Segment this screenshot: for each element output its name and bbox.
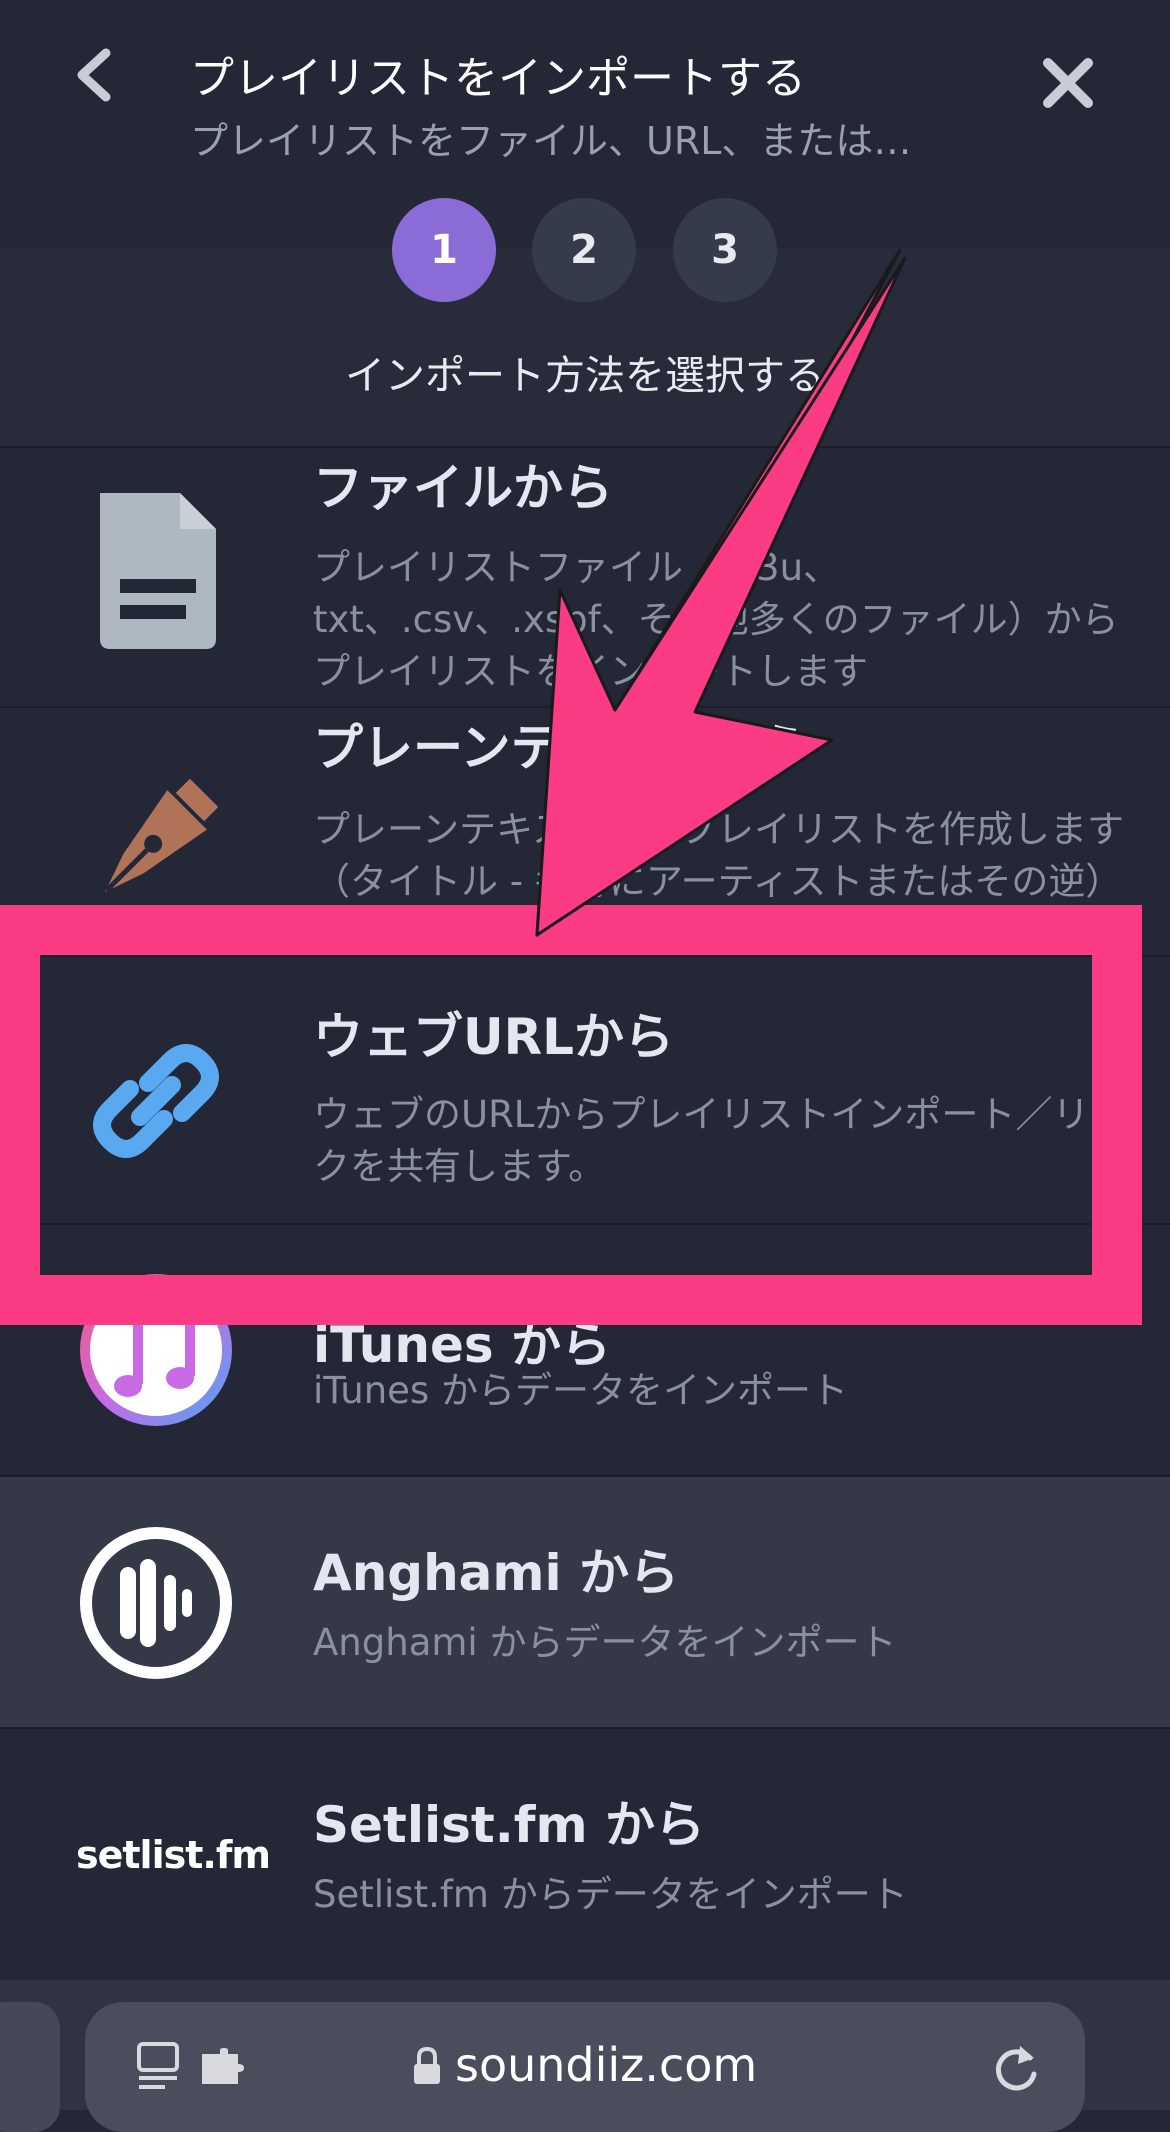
import-method-instruction: インポート方法を選択する — [345, 353, 825, 399]
option-title: Setlist.fm から — [313, 1796, 706, 1854]
highlight-box — [0, 905, 1142, 1325]
reload-icon[interactable] — [990, 2040, 1042, 2096]
reader-icon[interactable] — [135, 2040, 185, 2092]
option-description: プレーンテキストからプレイリストを作成します（タイトル - 各行にアーティストま… — [313, 808, 1125, 903]
fountain-pen-icon — [104, 778, 219, 893]
setlistfm-logo: setlist.fm — [76, 1833, 271, 1877]
lock-icon — [414, 2046, 440, 2084]
file-icon — [100, 493, 216, 649]
step-3[interactable]: 3 — [673, 198, 777, 302]
page-title: プレイリストをインポートする — [190, 53, 806, 104]
option-title: ファイルから — [313, 459, 613, 517]
page-subtitle: プレイリストをファイル、URL、または… — [190, 119, 912, 163]
option-description: プレイリストファイル（m3u、txt、.csv、.xspf、その他多くのファイル… — [313, 546, 1119, 693]
option-file[interactable]: ファイルから プレイリストファイル（m3u、txt、.csv、.xspf、その他… — [0, 446, 1170, 708]
option-anghami[interactable]: Anghami から Anghami からデータをインポート — [0, 1475, 1170, 1729]
previous-tab-preview[interactable] — [0, 2002, 60, 2132]
url-text: soundiiz.com — [455, 2038, 758, 2092]
anghami-icon — [80, 1527, 232, 1679]
step-1[interactable]: 1 — [392, 198, 496, 302]
option-description: Anghami からデータをインポート — [313, 1621, 897, 1664]
close-icon[interactable] — [1040, 55, 1096, 111]
option-title: Anghami から — [313, 1544, 680, 1602]
back-chevron-icon[interactable] — [70, 45, 120, 105]
option-description: Setlist.fm からデータをインポート — [313, 1873, 908, 1916]
option-description: iTunes からデータをインポート — [313, 1369, 848, 1412]
step-2[interactable]: 2 — [532, 198, 636, 302]
option-setlistfm[interactable]: setlist.fm Setlist.fm から Setlist.fm からデー… — [0, 1727, 1170, 1981]
extension-icon[interactable] — [198, 2048, 248, 2088]
option-title: プレーンテキストから — [313, 719, 809, 777]
